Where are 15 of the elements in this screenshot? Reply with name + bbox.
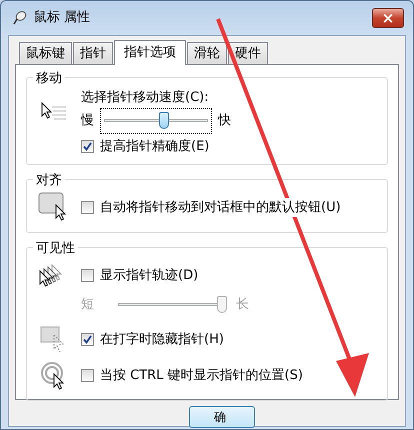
window-title: 鼠标 属性: [34, 9, 90, 28]
ok-button[interactable]: 确: [189, 406, 255, 428]
tab[interactable]: 鼠标键: [19, 42, 72, 64]
checkbox[interactable]: [81, 201, 94, 214]
checkbox[interactable]: [81, 269, 94, 282]
checkbox[interactable]: [81, 140, 94, 153]
tab[interactable]: 指针: [73, 42, 113, 64]
checkbox[interactable]: [81, 369, 94, 382]
tab[interactable]: 硬件: [228, 42, 268, 64]
tab[interactable]: 指针选项: [114, 40, 186, 65]
close-button[interactable]: ×: [372, 8, 404, 28]
tab[interactable]: 滑轮: [187, 42, 227, 64]
checkbox-label: 自动将指针移动到对话框中的默认按钮(U): [100, 198, 341, 218]
checkbox[interactable]: [81, 333, 94, 346]
slider-thumb[interactable]: [159, 112, 170, 128]
